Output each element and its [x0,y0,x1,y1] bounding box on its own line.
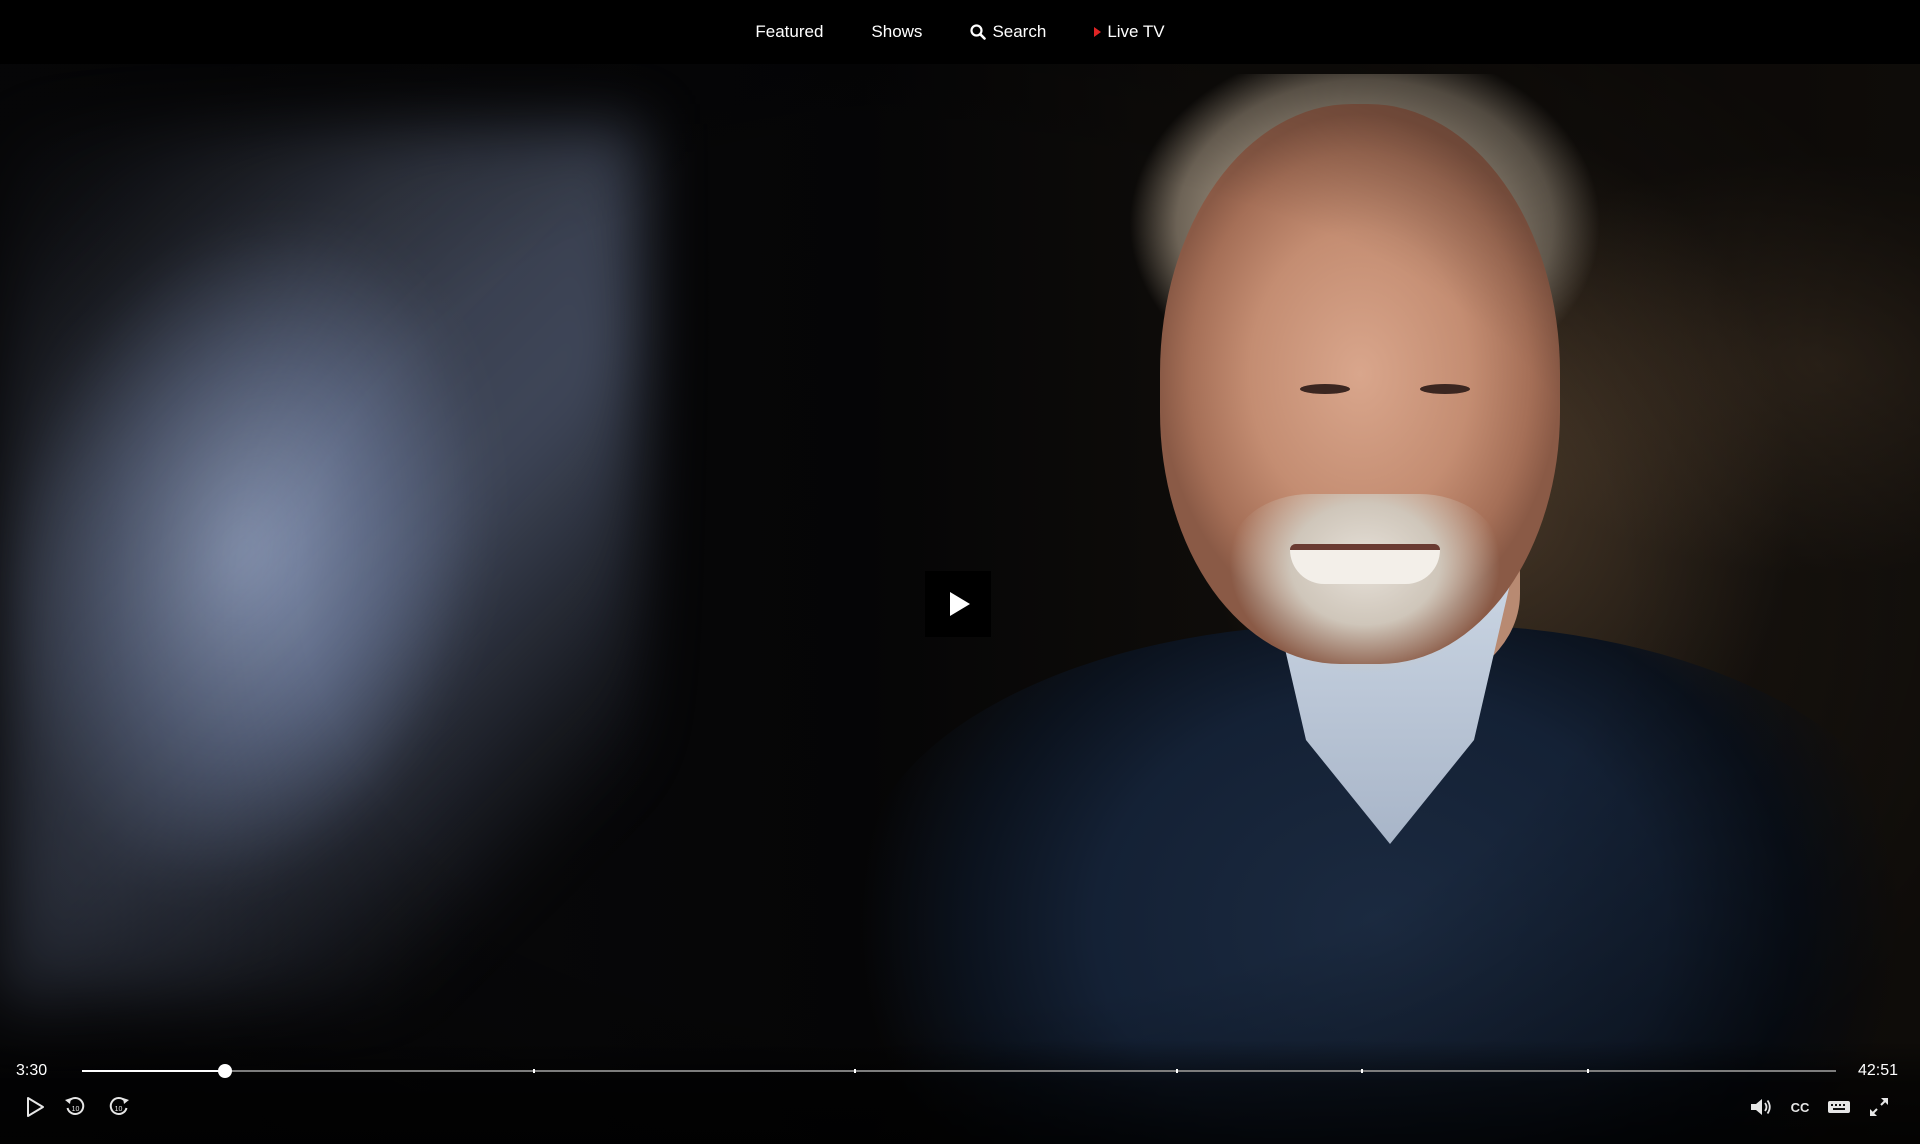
nav-items: Featured Shows Search Live TV [755,22,1164,42]
chapter-marker [1176,1069,1179,1073]
live-indicator-icon [1094,27,1102,37]
nav-shows-label: Shows [871,22,923,41]
right-eye [1420,384,1470,394]
nav-shows[interactable]: Shows [871,22,922,42]
center-play-button[interactable] [925,571,991,637]
rewind-10-icon: 10 [65,1097,85,1115]
fullscreen-button[interactable] [1866,1094,1892,1120]
play-icon [950,592,970,616]
svg-text:10: 10 [115,1106,123,1113]
progress-played [82,1070,226,1072]
nav-search[interactable]: Search [970,22,1046,42]
keyboard-shortcuts-button[interactable] [1826,1094,1852,1120]
smile [1290,544,1440,584]
total-time: 42:51 [1858,1062,1899,1079]
left-eye [1300,384,1350,394]
interviewee [860,64,1920,1144]
svg-text:10: 10 [72,1106,80,1113]
nav-featured-label: Featured [755,22,824,41]
chapter-marker [1360,1069,1363,1073]
keyboard-icon [1828,1101,1850,1113]
forward-10-icon: 10 [109,1097,129,1115]
current-time: 3:30 [16,1062,48,1079]
nav-search-label: Search [992,22,1047,41]
volume-icon [1751,1099,1771,1115]
forward-10-button[interactable]: 10 [106,1094,132,1120]
nav-live-tv-label: Live TV [1107,22,1165,41]
play-button[interactable] [22,1094,48,1120]
control-bar [0,1040,1920,1144]
top-navigation: Featured Shows Search Live TV [0,0,1920,64]
beard [1230,494,1500,694]
chapter-marker [853,1069,856,1073]
closed-captions-icon: CC [1791,1100,1810,1115]
nav-featured[interactable]: Featured [755,22,823,42]
play-icon [27,1097,44,1117]
svg-text:CC: CC [1791,1100,1810,1115]
fullscreen-icon [1870,1098,1888,1116]
chapter-marker [532,1069,535,1073]
volume-button[interactable] [1748,1094,1774,1120]
closed-captions-button[interactable]: CC [1787,1094,1813,1120]
video-player-app: Featured Shows Search Live TV 3:30 42:51… [0,0,1920,1144]
progress-bar[interactable] [82,1064,1836,1078]
search-icon [970,24,987,40]
rewind-10-button[interactable]: 10 [62,1094,88,1120]
chapter-marker [1586,1069,1589,1073]
nav-live-tv[interactable]: Live TV [1094,22,1165,42]
background-light-glow [0,124,640,1004]
